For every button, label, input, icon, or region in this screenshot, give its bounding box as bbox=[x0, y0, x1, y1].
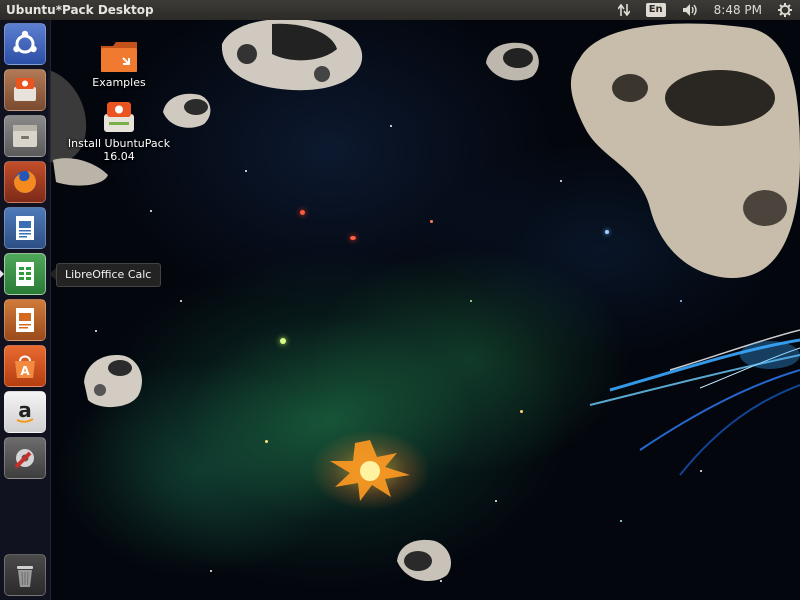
launcher: A a bbox=[0, 20, 51, 600]
asteroid-small-right bbox=[486, 42, 539, 81]
launcher-libreoffice-writer[interactable] bbox=[4, 207, 46, 249]
indicator-area: En 8:48 PM bbox=[610, 0, 800, 20]
desktop-icon-label: Examples bbox=[92, 76, 146, 89]
writer-icon bbox=[16, 216, 34, 240]
asteroid-bottom bbox=[397, 539, 451, 582]
ubuntu-logo-icon bbox=[13, 30, 37, 54]
installer-icon bbox=[14, 78, 36, 101]
star bbox=[350, 236, 356, 240]
svg-text:A: A bbox=[20, 364, 30, 378]
asteroid-giant-right bbox=[570, 23, 800, 279]
star bbox=[245, 170, 247, 172]
space-wallpaper bbox=[0, 0, 800, 600]
tooltip-arrow bbox=[49, 268, 56, 280]
keyboard-layout-label: En bbox=[645, 3, 666, 17]
system-menu-indicator[interactable] bbox=[770, 0, 800, 20]
star bbox=[390, 125, 392, 127]
blue-energy-swirl bbox=[589, 329, 800, 476]
nebula-burst bbox=[330, 440, 410, 501]
asteroid-large-top bbox=[221, 18, 363, 91]
speaker-icon bbox=[682, 4, 697, 16]
software-center-icon: A bbox=[15, 355, 35, 378]
network-indicator[interactable] bbox=[610, 0, 638, 20]
star bbox=[495, 500, 497, 502]
settings-icon bbox=[14, 449, 34, 469]
folder-icon bbox=[101, 42, 137, 72]
asteroid-mid-left bbox=[84, 355, 142, 408]
star bbox=[470, 300, 472, 302]
star bbox=[300, 210, 305, 215]
star bbox=[210, 570, 212, 572]
window-title: Ubuntu*Pack Desktop bbox=[6, 3, 154, 17]
star bbox=[520, 410, 523, 413]
star bbox=[95, 330, 97, 332]
trash-icon bbox=[17, 566, 33, 587]
installer-icon bbox=[104, 102, 134, 132]
launcher-files[interactable] bbox=[4, 115, 46, 157]
launcher-firefox[interactable] bbox=[4, 161, 46, 203]
launcher-tooltip: LibreOffice Calc bbox=[56, 263, 162, 287]
star bbox=[430, 220, 433, 223]
desktop-icon-label-version: 16.04 bbox=[103, 150, 135, 163]
impress-icon bbox=[16, 308, 34, 332]
launcher-libreoffice-impress[interactable] bbox=[4, 299, 46, 341]
desktop-icon-install-ubuntupack[interactable]: Install UbuntuPack 16.04 bbox=[62, 100, 176, 163]
launcher-amazon[interactable]: a bbox=[4, 391, 46, 433]
file-manager-icon bbox=[13, 125, 37, 147]
desktop-icon-label: Install UbuntuPack bbox=[67, 137, 171, 150]
top-panel: Ubuntu*Pack Desktop En 8:48 PM bbox=[0, 0, 800, 20]
clock-label: 8:48 PM bbox=[713, 3, 762, 17]
launcher-dash-home[interactable] bbox=[4, 23, 46, 65]
clock-indicator[interactable]: 8:48 PM bbox=[706, 0, 770, 20]
amazon-icon: a bbox=[16, 398, 34, 423]
sound-indicator[interactable] bbox=[674, 0, 706, 20]
star bbox=[180, 300, 182, 302]
calc-icon bbox=[16, 262, 34, 286]
desktop-icon-examples[interactable]: Examples bbox=[84, 40, 154, 89]
launcher-system-settings[interactable] bbox=[4, 437, 46, 479]
launcher-trash[interactable] bbox=[4, 554, 46, 596]
star bbox=[265, 440, 268, 443]
keyboard-layout-indicator[interactable]: En bbox=[638, 0, 674, 20]
star bbox=[620, 520, 622, 522]
launcher-ubuntu-software[interactable]: A bbox=[4, 345, 46, 387]
star bbox=[150, 210, 152, 212]
gear-icon bbox=[778, 3, 792, 17]
firefox-icon bbox=[14, 171, 36, 193]
launcher-libreoffice-calc[interactable] bbox=[4, 253, 46, 295]
launcher-install-ubuntupack[interactable] bbox=[4, 69, 46, 111]
network-arrows-icon bbox=[617, 3, 630, 17]
star bbox=[280, 338, 286, 344]
svg-text:a: a bbox=[18, 398, 32, 422]
